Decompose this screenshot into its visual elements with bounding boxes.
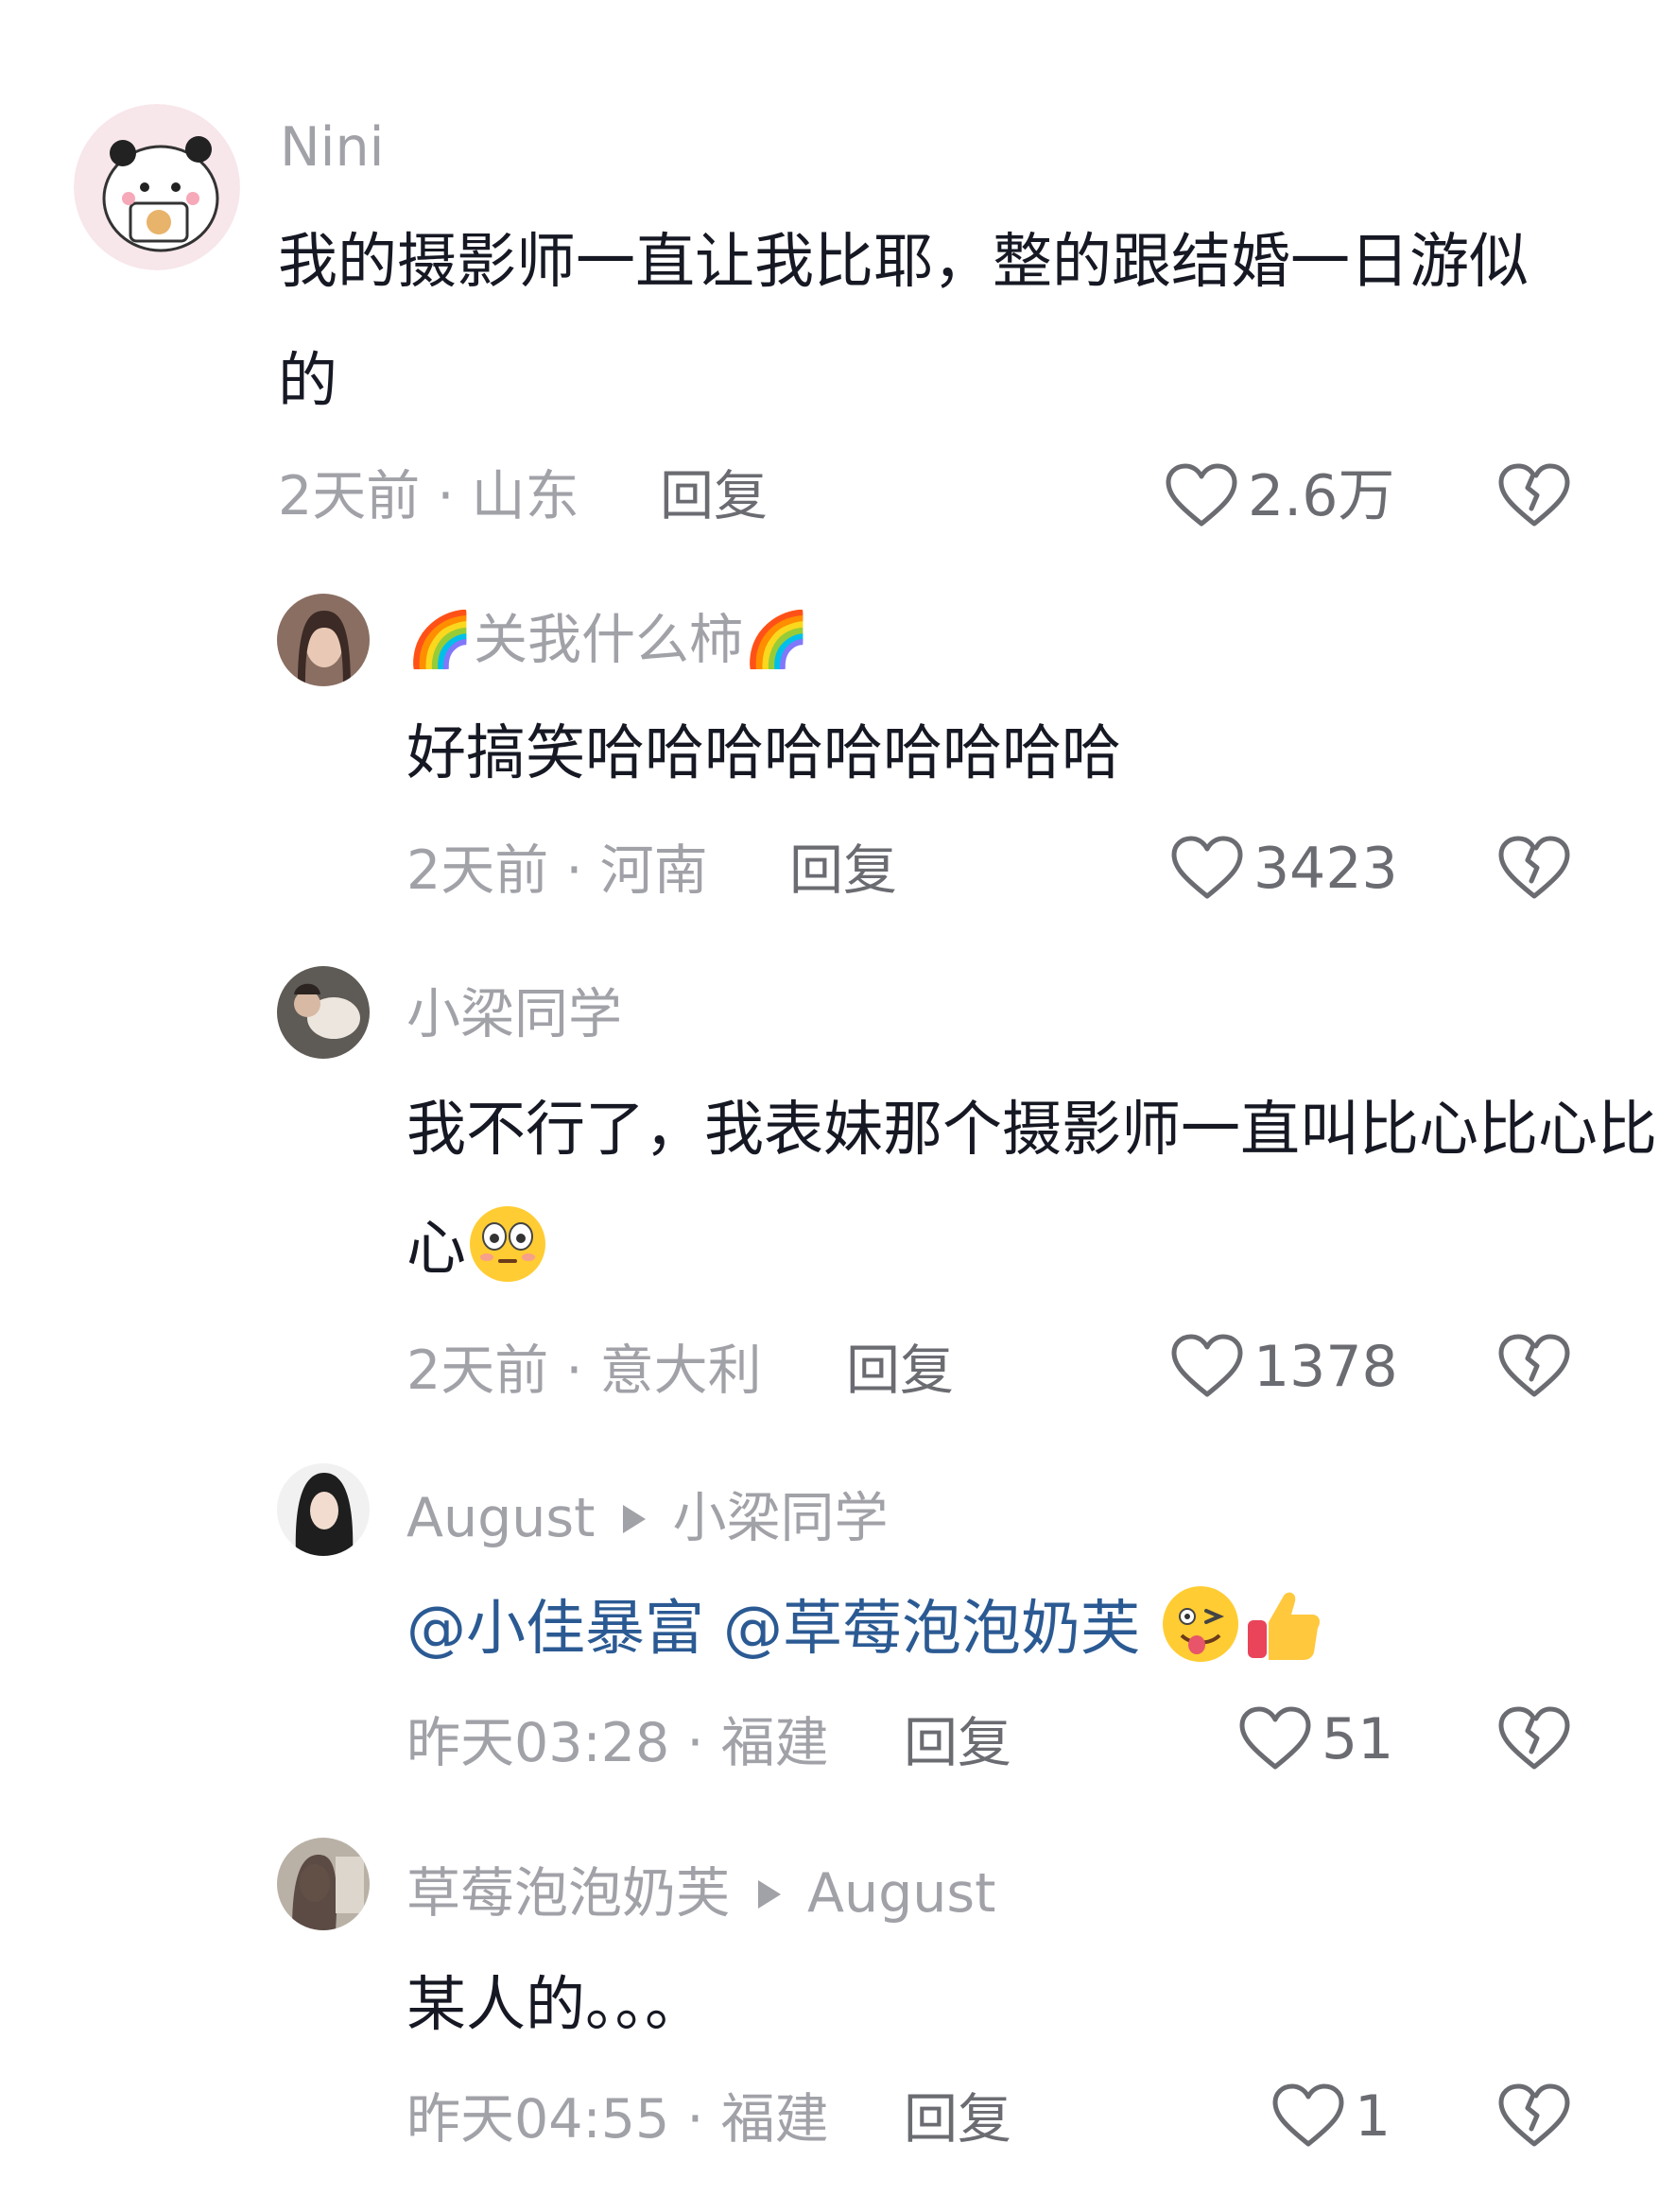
mention-link[interactable]: @草莓泡泡奶芙	[723, 1594, 1140, 1663]
dislike-button[interactable]	[1497, 2083, 1571, 2150]
username-text[interactable]: Nini	[280, 121, 384, 175]
like-button[interactable]: 3423	[1170, 836, 1398, 902]
dislike-button[interactable]	[1497, 836, 1571, 902]
flushed-face-icon	[466, 1202, 549, 1286]
reply-arrow-icon	[758, 1879, 781, 1909]
like-count: 2.6万	[1248, 463, 1395, 529]
reply-button[interactable]: 回复	[789, 844, 897, 898]
avatar[interactable]	[74, 104, 240, 270]
thumbs-up-icon	[1242, 1582, 1325, 1666]
comment-text: 我不行了，我表妹那个摄影师一直叫比心比心比心	[406, 1070, 1659, 1308]
comment-text-content: 我不行了，我表妹那个摄影师一直叫比心比心比心	[406, 1095, 1657, 1283]
broken-heart-icon	[1497, 1706, 1571, 1772]
comment-text: 某人的。。。	[406, 1970, 704, 2039]
username[interactable]: 🌈关我什么柿🌈	[406, 613, 810, 667]
reply-to-username[interactable]: August	[807, 1867, 995, 1921]
like-button[interactable]: 2.6万	[1165, 463, 1394, 529]
like-button[interactable]: 51	[1238, 1706, 1393, 1772]
broken-heart-icon	[1497, 1334, 1571, 1400]
dislike-button[interactable]	[1497, 1334, 1571, 1400]
comment-meta: 2天前 · 山东	[278, 465, 579, 527]
like-count: 3423	[1253, 836, 1398, 902]
comment-text: 我的摄影师一直让我比耶，整的跟结婚一日游似的	[278, 227, 1529, 415]
heart-icon	[1170, 1334, 1244, 1400]
comment-meta: 2天前 · 河南	[406, 839, 708, 902]
username[interactable]: August	[406, 1492, 595, 1546]
comment-meta: 昨天03:28 · 福建	[406, 1712, 829, 1774]
username-text[interactable]: 🌈关我什么柿🌈	[406, 613, 810, 667]
mention-link[interactable]: @小佳暴富	[406, 1594, 704, 1663]
reply-header: 草莓泡泡奶芙 August	[406, 1867, 995, 1921]
reply-button[interactable]: 回复	[904, 1717, 1011, 1771]
comment-text: @小佳暴富 @草莓泡泡奶芙	[406, 1569, 1659, 1688]
comment-meta: 昨天04:55 · 福建	[406, 2088, 829, 2151]
heart-icon	[1165, 463, 1238, 529]
like-button[interactable]: 1	[1271, 2083, 1391, 2150]
reply-button[interactable]: 回复	[904, 2093, 1011, 2147]
avatar[interactable]	[277, 1838, 370, 1930]
broken-heart-icon	[1497, 2083, 1571, 2150]
like-count: 1	[1355, 2083, 1391, 2150]
like-count: 51	[1322, 1706, 1394, 1772]
winking-tongue-face-icon	[1159, 1582, 1242, 1666]
username-text[interactable]: 小梁同学	[406, 988, 622, 1042]
broken-heart-icon	[1497, 836, 1571, 902]
heart-icon	[1238, 1706, 1312, 1772]
reply-to-username[interactable]: 小梁同学	[672, 1492, 888, 1546]
reply-button[interactable]: 回复	[660, 470, 768, 524]
reply-button[interactable]: 回复	[846, 1344, 954, 1398]
avatar[interactable]	[277, 966, 370, 1059]
heart-icon	[1170, 836, 1244, 902]
username[interactable]: 小梁同学	[406, 988, 622, 1042]
dislike-button[interactable]	[1497, 1706, 1571, 1772]
like-button[interactable]: 1378	[1170, 1334, 1398, 1400]
comment-text: 好搞笑哈哈哈哈哈哈哈哈哈	[406, 718, 1121, 787]
like-count: 1378	[1253, 1334, 1398, 1400]
comment-meta: 2天前 · 意大利	[406, 1339, 762, 1402]
broken-heart-icon	[1497, 463, 1571, 529]
avatar[interactable]	[277, 1463, 370, 1556]
reply-arrow-icon	[623, 1504, 647, 1533]
reply-header: August 小梁同学	[406, 1492, 888, 1546]
heart-icon	[1271, 2083, 1345, 2150]
username[interactable]: Nini	[280, 121, 384, 175]
dislike-button[interactable]	[1497, 463, 1571, 529]
username[interactable]: 草莓泡泡奶芙	[406, 1867, 730, 1921]
avatar[interactable]	[277, 594, 370, 686]
